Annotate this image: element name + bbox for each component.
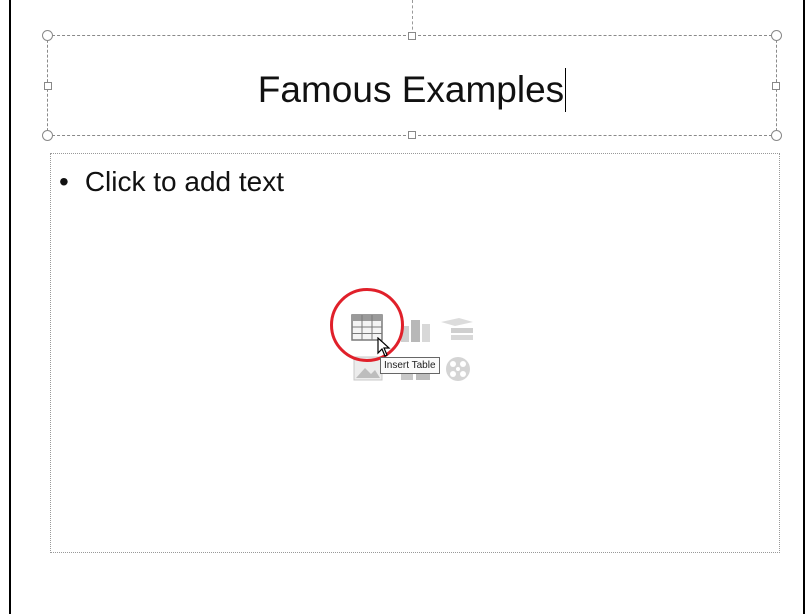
mouse-pointer-icon <box>377 337 391 357</box>
text-caret <box>565 68 567 112</box>
bullet-marker: • <box>59 166 69 197</box>
resize-handle-bottom-left[interactable] <box>42 130 53 141</box>
resize-handle-top-right[interactable] <box>771 30 782 41</box>
click-to-add-text: Click to add text <box>84 166 285 197</box>
resize-handle-top[interactable] <box>408 32 416 40</box>
content-placeholder[interactable]: • Click to add text Insert Table <box>50 153 780 553</box>
resize-handle-bottom[interactable] <box>408 131 416 139</box>
resize-handle-left[interactable] <box>44 82 52 90</box>
resize-handle-right[interactable] <box>772 82 780 90</box>
rotation-guide-line <box>412 0 413 35</box>
slide-title: Famous Examples <box>257 69 565 110</box>
insert-smartart-icon[interactable] <box>439 316 475 344</box>
title-text[interactable]: Famous Examples <box>48 68 776 112</box>
resize-handle-bottom-right[interactable] <box>771 130 782 141</box>
insert-chart-icon[interactable] <box>399 316 433 344</box>
slide-canvas: Famous Examples • Click to add text Inse… <box>9 0 805 614</box>
title-placeholder[interactable]: Famous Examples <box>42 30 782 141</box>
tooltip: Insert Table <box>380 357 440 374</box>
bullet-item[interactable]: • Click to add text <box>59 164 284 200</box>
insert-media-icon[interactable] <box>443 354 473 384</box>
highlight-circle <box>330 288 404 362</box>
resize-handle-top-left[interactable] <box>42 30 53 41</box>
